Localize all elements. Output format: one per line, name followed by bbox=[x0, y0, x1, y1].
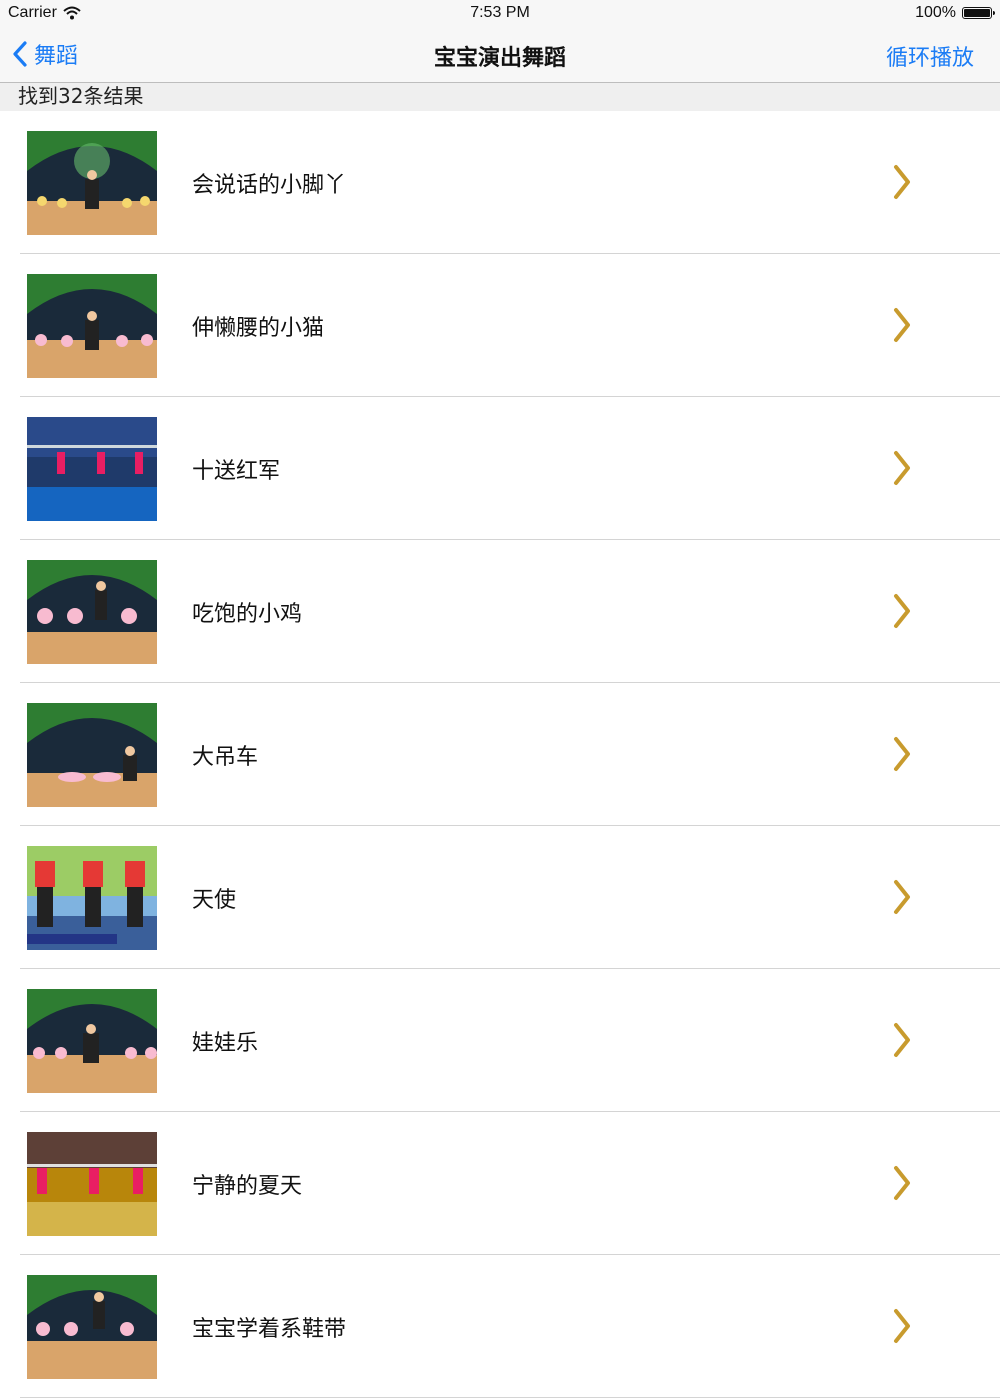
list-item[interactable]: 娃娃乐 bbox=[0, 969, 1000, 1112]
loop-play-button[interactable]: 循环播放 bbox=[886, 40, 974, 72]
back-button[interactable]: 舞蹈 bbox=[12, 38, 78, 70]
stage-dance-thumbnail-icon bbox=[27, 989, 157, 1093]
stage-dance-thumbnail-icon bbox=[27, 703, 157, 807]
stage-dance-thumbnail-icon bbox=[27, 1275, 157, 1379]
disclosure-chevron-icon bbox=[894, 1166, 910, 1200]
battery-group: 100% bbox=[915, 4, 995, 22]
list-item[interactable]: 伸懒腰的小猫 bbox=[0, 254, 1000, 397]
disclosure-chevron-icon bbox=[894, 737, 910, 771]
video-list: 会说话的小脚丫 伸懒腰的小猫 十送红军 吃饱的小鸡 大吊车 天使 娃娃乐 宁静的… bbox=[0, 111, 1000, 1398]
item-title: 宝宝学着系鞋带 bbox=[192, 1317, 347, 1342]
status-bar: Carrier 7:53 PM 100% bbox=[0, 0, 1000, 28]
item-title: 伸懒腰的小猫 bbox=[192, 316, 325, 341]
item-title: 大吊车 bbox=[192, 745, 259, 770]
disclosure-chevron-icon bbox=[894, 1023, 910, 1057]
item-title: 天使 bbox=[192, 888, 237, 913]
page-title: 宝宝演出舞蹈 bbox=[433, 46, 566, 71]
disclosure-chevron-icon bbox=[894, 1309, 910, 1343]
item-title: 宁静的夏天 bbox=[192, 1174, 303, 1199]
list-item[interactable]: 大吊车 bbox=[0, 683, 1000, 826]
stage-dance-thumbnail-icon bbox=[27, 560, 157, 664]
disclosure-chevron-icon bbox=[894, 165, 910, 199]
disclosure-chevron-icon bbox=[894, 451, 910, 485]
list-item[interactable]: 宝宝学着系鞋带 bbox=[0, 1255, 1000, 1398]
disclosure-chevron-icon bbox=[894, 594, 910, 628]
item-title: 娃娃乐 bbox=[192, 1031, 259, 1056]
back-button-label: 舞蹈 bbox=[34, 44, 79, 69]
battery-percent: 100% bbox=[915, 4, 956, 21]
back-chevron-icon bbox=[13, 41, 27, 67]
adult-dance-thumbnail-icon bbox=[27, 846, 157, 950]
item-title: 十送红军 bbox=[192, 459, 281, 484]
battery-icon bbox=[962, 7, 995, 19]
stage-dance-thumbnail-icon bbox=[27, 131, 157, 235]
list-item[interactable]: 宁静的夏天 bbox=[0, 1112, 1000, 1255]
navigation-bar: 舞蹈 宝宝演出舞蹈 循环播放 bbox=[0, 28, 1000, 82]
results-count-header: 找到32条结果 bbox=[0, 83, 1000, 111]
list-item[interactable]: 十送红军 bbox=[0, 397, 1000, 540]
status-time: 7:53 PM bbox=[470, 4, 530, 21]
list-item[interactable]: 天使 bbox=[0, 826, 1000, 969]
list-item[interactable]: 吃饱的小鸡 bbox=[0, 540, 1000, 683]
stage-dance-thumbnail-icon bbox=[27, 274, 157, 378]
list-item[interactable]: 会说话的小脚丫 bbox=[0, 111, 1000, 254]
top-bar: Carrier 7:53 PM 100% 舞蹈 宝宝演出舞蹈 循环播放 bbox=[0, 0, 1000, 83]
barre-dance-thumbnail-icon bbox=[27, 1132, 157, 1236]
item-title: 会说话的小脚丫 bbox=[192, 173, 347, 198]
item-title: 吃饱的小鸡 bbox=[192, 602, 303, 627]
studio-dance-thumbnail-icon bbox=[27, 417, 157, 521]
disclosure-chevron-icon bbox=[894, 308, 910, 342]
disclosure-chevron-icon bbox=[894, 880, 910, 914]
